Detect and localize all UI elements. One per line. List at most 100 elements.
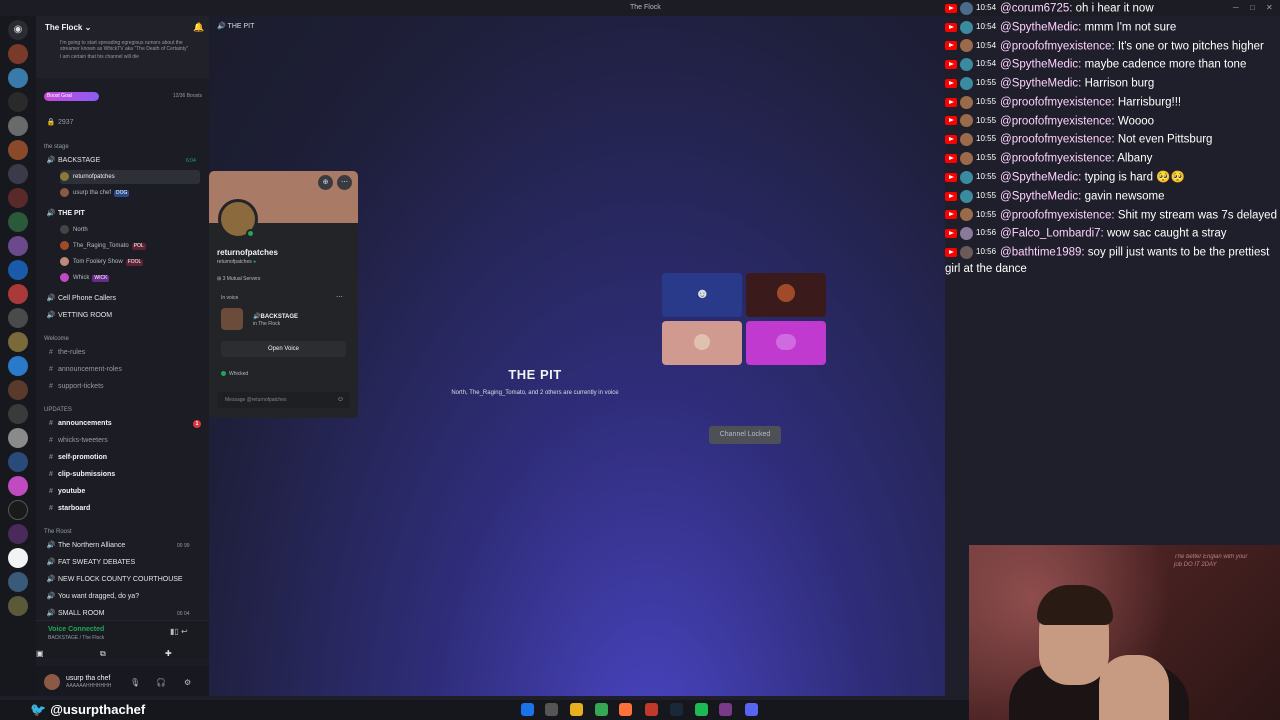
server-icon[interactable] <box>8 308 28 328</box>
server-name[interactable]: The Flock ⌄ <box>45 23 91 32</box>
voice-user-row[interactable]: The_Raging_Tomato POL <box>60 239 146 253</box>
member-count-channel[interactable]: 🔒 2937 <box>36 115 209 131</box>
avatar <box>60 256 69 266</box>
app-icon[interactable] <box>645 703 658 716</box>
chat-username: @proofofmyexistence: <box>1000 39 1115 52</box>
voice-channel-the-pit[interactable]: 🔊 THE PIT <box>36 206 209 222</box>
voice-user-row[interactable]: North <box>60 223 88 237</box>
server-icon[interactable] <box>8 140 28 160</box>
video-icon[interactable]: ▣ <box>36 649 44 658</box>
server-icon[interactable] <box>8 548 28 568</box>
voice-status[interactable]: Voice Connected <box>48 626 104 633</box>
server-icon[interactable] <box>8 212 28 232</box>
server-icon[interactable] <box>8 596 28 616</box>
server-icon[interactable] <box>8 524 28 544</box>
more-icon[interactable]: ⋯ <box>336 293 343 301</box>
voice-user-row[interactable]: returnofpatches <box>60 170 200 184</box>
text-channel[interactable]: # youtube <box>36 484 209 500</box>
participant-tile[interactable]: ☻ <box>662 273 742 317</box>
voice-location[interactable]: BACKSTAGE / The Flock <box>48 635 104 641</box>
text-channel[interactable]: # whicks-tweeters <box>36 433 209 449</box>
avatar <box>960 133 973 147</box>
server-icon[interactable] <box>8 164 28 184</box>
chat-text: oh i hear it now <box>1075 2 1154 15</box>
username[interactable]: usurp tha chef <box>66 675 110 682</box>
server-icon[interactable] <box>8 332 28 352</box>
gear-icon[interactable]: ⚙ <box>184 678 191 687</box>
boost-goal[interactable]: Boost Goal 12/36 Boosts <box>44 92 202 101</box>
server-icon[interactable] <box>8 572 28 592</box>
chrome-icon[interactable] <box>595 703 608 716</box>
profile-display-name: returnofpatches <box>217 248 278 257</box>
activity-icon[interactable]: ✚ <box>165 649 172 658</box>
voice-channel[interactable]: 🔊 You want dragged, do ya? <box>36 589 209 605</box>
spotify-icon[interactable] <box>695 703 708 716</box>
text-channel[interactable]: # the-rules <box>36 345 209 361</box>
voice-channel-backstage[interactable]: 🔊 BACKSTAGE 6:04 <box>36 153 209 169</box>
avatar <box>777 284 795 302</box>
voice-user-row[interactable]: usurp tha chef DOG <box>60 186 130 200</box>
signal-icon[interactable]: ▮▯ ↩ <box>170 627 188 636</box>
taskview-icon[interactable] <box>545 703 558 716</box>
emoji-icon[interactable]: ☺ <box>337 392 344 408</box>
server-icon[interactable] <box>8 236 28 256</box>
server-icon[interactable] <box>8 284 28 304</box>
chat-message: 10:54 @SpytheMedic: maybe cadence more th… <box>945 56 1280 73</box>
avatar[interactable] <box>44 674 60 690</box>
steam-icon[interactable] <box>670 703 683 716</box>
server-icon[interactable] <box>8 404 28 424</box>
server-icon[interactable] <box>8 188 28 208</box>
server-header[interactable]: The Flock ⌄ 🔔 I'm going to start spreadi… <box>36 16 209 78</box>
category-the-roost[interactable]: The Roost <box>44 529 72 535</box>
server-icon[interactable] <box>8 92 28 112</box>
open-voice-button[interactable]: Open Voice <box>221 341 346 357</box>
mic-icon[interactable]: 🎙 <box>130 678 140 687</box>
participant-tile[interactable] <box>662 321 742 365</box>
server-icon[interactable] <box>8 452 28 472</box>
server-icon[interactable] <box>8 476 28 496</box>
voice-channel[interactable]: 🔊 The Northern Alliance 00 99 <box>36 538 209 554</box>
speaker-icon: 🔊 <box>46 210 56 217</box>
server-icon[interactable] <box>8 428 28 448</box>
avatar <box>960 170 973 184</box>
add-friend-icon[interactable]: ⊕ <box>318 175 333 190</box>
text-channel[interactable]: # self-promotion <box>36 450 209 466</box>
text-channel[interactable]: # starboard <box>36 501 209 517</box>
firefox-icon[interactable] <box>619 703 632 716</box>
voice-channel[interactable]: 🔊 FAT SWEATY DEBATES <box>36 555 209 571</box>
stream-chat-overlay: 10:54 @corum6725: oh i hear it now 10:54 @S… <box>945 0 1280 545</box>
voice-channel[interactable]: 🔊 VETTING ROOM <box>36 308 209 324</box>
voice-user-row[interactable]: Whick WICK <box>60 271 110 285</box>
headphones-icon[interactable]: 🎧 <box>156 678 166 687</box>
speaker-icon: 🔊 <box>46 312 56 319</box>
more-icon[interactable]: ⋯ <box>337 175 352 190</box>
windows-icon[interactable] <box>521 703 534 716</box>
text-channel[interactable]: # clip-submissions <box>36 467 209 483</box>
avatar <box>960 114 973 128</box>
category-the-stage[interactable]: the stage <box>44 144 69 150</box>
voice-channel[interactable]: 🔊 Cell Phone Callers <box>36 291 209 307</box>
discord-icon[interactable]: ◉ <box>8 20 28 40</box>
participant-tile[interactable] <box>746 321 826 365</box>
text-channel[interactable]: # announcements 1 <box>36 416 209 432</box>
chat-username: @corum6725: <box>1000 2 1073 15</box>
server-icon[interactable] <box>8 116 28 136</box>
voice-user-row[interactable]: Tom Foolery Show FOOL <box>60 255 144 269</box>
bell-icon[interactable]: 🔔 <box>193 22 204 33</box>
message-input[interactable]: Message @returnofpatches ☺ <box>217 392 350 408</box>
folder-icon[interactable] <box>570 703 583 716</box>
category-updates[interactable]: UPDATES <box>44 407 72 413</box>
channel-locked-button[interactable]: Channel Locked <box>709 426 781 444</box>
server-icon[interactable] <box>8 68 28 88</box>
voice-channel[interactable]: 🔊 NEW FLOCK COUNTY COURTHOUSE <box>36 572 209 588</box>
screen-share-icon[interactable]: ⧉ <box>100 649 106 659</box>
discord-icon[interactable] <box>745 703 758 716</box>
mutual-servers-link[interactable]: ⊞ 3 Mutual Servers <box>217 276 260 282</box>
category-welcome[interactable]: Welcome <box>44 336 69 342</box>
server-icon[interactable] <box>8 260 28 280</box>
app-icon[interactable] <box>719 703 732 716</box>
server-icon[interactable] <box>8 44 28 64</box>
participant-tile[interactable] <box>746 273 826 317</box>
chat-timestamp: 10:56 <box>976 247 997 257</box>
server-icon[interactable] <box>8 500 28 520</box>
